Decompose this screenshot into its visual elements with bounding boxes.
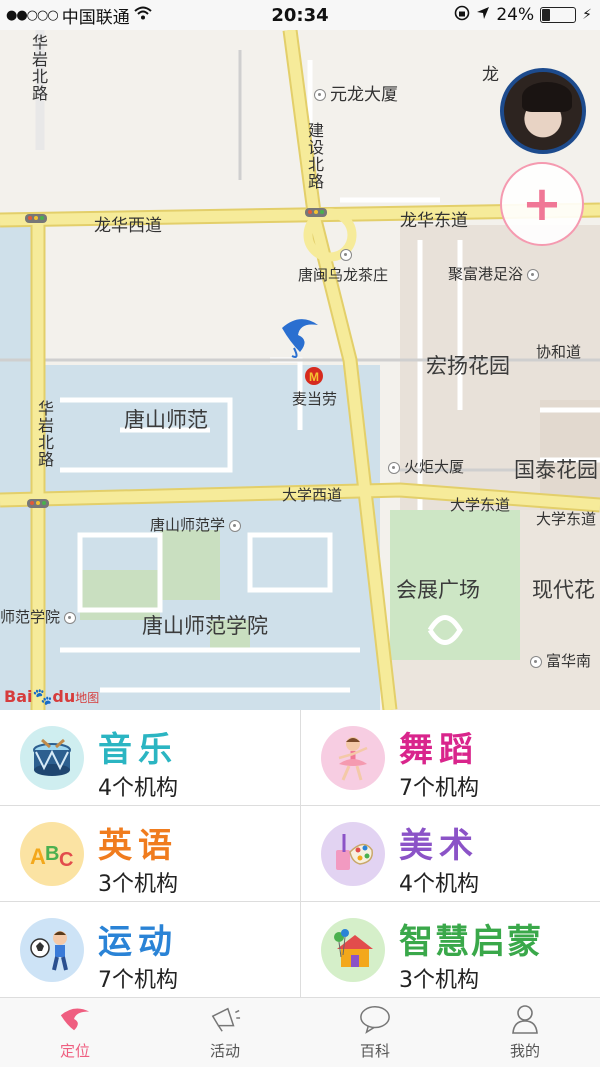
megaphone-icon [209,1004,241,1034]
soccer-kid-icon [20,918,84,982]
charging-bolt-icon: ⚡ [582,7,592,23]
poi-dot-icon [530,655,542,668]
area-label: 唐山师范学院 [142,614,268,638]
poi-label[interactable]: 唐闽乌龙茶庄 [298,264,388,285]
area-label: 唐山师范 [124,408,208,432]
category-title: 音乐 [98,730,178,770]
location-arrow-icon [476,5,490,25]
road-label: 华岩北路 [29,34,48,102]
speech-bubble-icon [359,1004,391,1034]
road-label: 协和道 [536,343,582,361]
road-label: 建设北路 [305,122,324,190]
poi-label[interactable]: 麦当劳 [292,388,337,409]
road-label: 大学东道 [450,496,511,514]
tab-profile[interactable]: 我的 [450,998,600,1067]
category-sports[interactable]: 运动 7个机构 [0,902,300,998]
category-grid: 音乐 4个机构 舞蹈 7个机构 ABC 英语 3个机构 美术 4个机构 运动 7… [0,710,600,998]
poi-dot-icon [340,249,352,261]
poi-marker[interactable] [336,245,356,265]
abc-blocks-icon: ABC [20,822,84,886]
poi-dot-icon [527,268,540,281]
category-enlightenment[interactable]: 智慧启蒙 3个机构 [300,902,600,998]
drum-icon [20,726,84,790]
status-bar: ●●○○○ 中国联通 20:34 24% ⚡ [0,0,600,30]
category-title: 舞蹈 [399,730,479,770]
poi-label[interactable]: 富华南 [526,650,591,671]
poi-label[interactable]: 聚富港足浴 [448,263,543,284]
battery-icon [540,7,577,23]
institution-count: 7个机构 [399,776,479,801]
poi-label: 龙 [482,65,499,85]
category-title: 运动 [98,922,178,962]
current-location-marker[interactable] [282,319,318,358]
category-art[interactable]: 美术 4个机构 [300,806,600,902]
category-dance[interactable]: 舞蹈 7个机构 [300,710,600,806]
area-label: 现代花 [532,578,595,602]
battery-level-fill [542,9,550,21]
ballerina-icon [321,726,385,790]
area-label: 国泰花园 [514,458,598,482]
tab-label: 定位 [59,1042,90,1060]
category-music[interactable]: 音乐 4个机构 [0,710,300,806]
category-title: 美术 [399,826,479,866]
tab-locate[interactable]: 定位 [0,998,150,1067]
road-label: 华岩北路 [35,400,54,468]
category-english[interactable]: ABC 英语 3个机构 [0,806,300,902]
battery-percent: 24% [496,5,535,25]
rotation-lock-icon [454,5,470,26]
svg-text:B: B [45,843,59,865]
tab-label: 百科 [359,1042,390,1060]
baidu-map-logo: Bai🐾du地图 [4,687,100,706]
poi-label[interactable]: 元龙大厦 [310,80,398,105]
area-label: 宏扬花园 [426,354,510,378]
institution-count: 4个机构 [98,776,178,801]
road-label: 龙华东道 [400,211,468,231]
svg-text:A: A [30,844,46,869]
institution-count: 4个机构 [399,872,479,897]
poi-label[interactable]: 唐山师范学 [150,514,245,535]
person-icon [509,1004,541,1034]
toy-house-icon [321,918,385,982]
locate-bird-icon [59,1004,91,1034]
poi-name: 唐山师范学 [150,516,226,534]
road-label: 龙华西道 [94,216,162,236]
add-button[interactable]: + [500,162,584,246]
poi-name: 富华南 [546,652,592,670]
poi-name: 师范学院 [0,608,61,626]
road-label: 大学东道 [536,510,597,528]
tab-label: 活动 [209,1042,240,1060]
paint-palette-icon [321,822,385,886]
poi-name: 元龙大厦 [330,85,398,105]
category-title: 智慧启蒙 [399,922,543,962]
road-label: 大学西道 [282,486,343,504]
institution-count: 3个机构 [98,872,178,897]
svg-text:M: M [309,370,319,384]
poi-label[interactable]: 火炬大厦 [384,456,464,477]
area-label: 会展广场 [396,578,480,602]
school-icon [229,519,242,532]
poi-name: 聚富港足浴 [448,265,524,283]
category-title: 英语 [98,826,178,866]
tab-activities[interactable]: 活动 [150,998,300,1067]
poi-label[interactable]: 师范学院 [0,606,80,627]
tab-label: 我的 [509,1042,540,1060]
building-icon [388,461,400,474]
tab-encyclopedia[interactable]: 百科 [300,998,450,1067]
institution-count: 7个机构 [98,968,178,993]
building-icon [314,89,326,101]
tab-bar: 定位 活动 百科 我的 [0,997,600,1067]
plus-icon: + [521,176,563,232]
poi-dot-icon [64,611,77,624]
poi-name: 火炬大厦 [404,458,465,476]
svg-text:C: C [59,849,73,871]
map-view[interactable]: M 华岩北路 元龙大厦 龙 炬 建设北路 龙华西道 龙华东道 唐闽乌龙茶庄 聚富… [0,30,600,710]
user-avatar[interactable] [500,68,586,154]
institution-count: 3个机构 [399,968,479,993]
